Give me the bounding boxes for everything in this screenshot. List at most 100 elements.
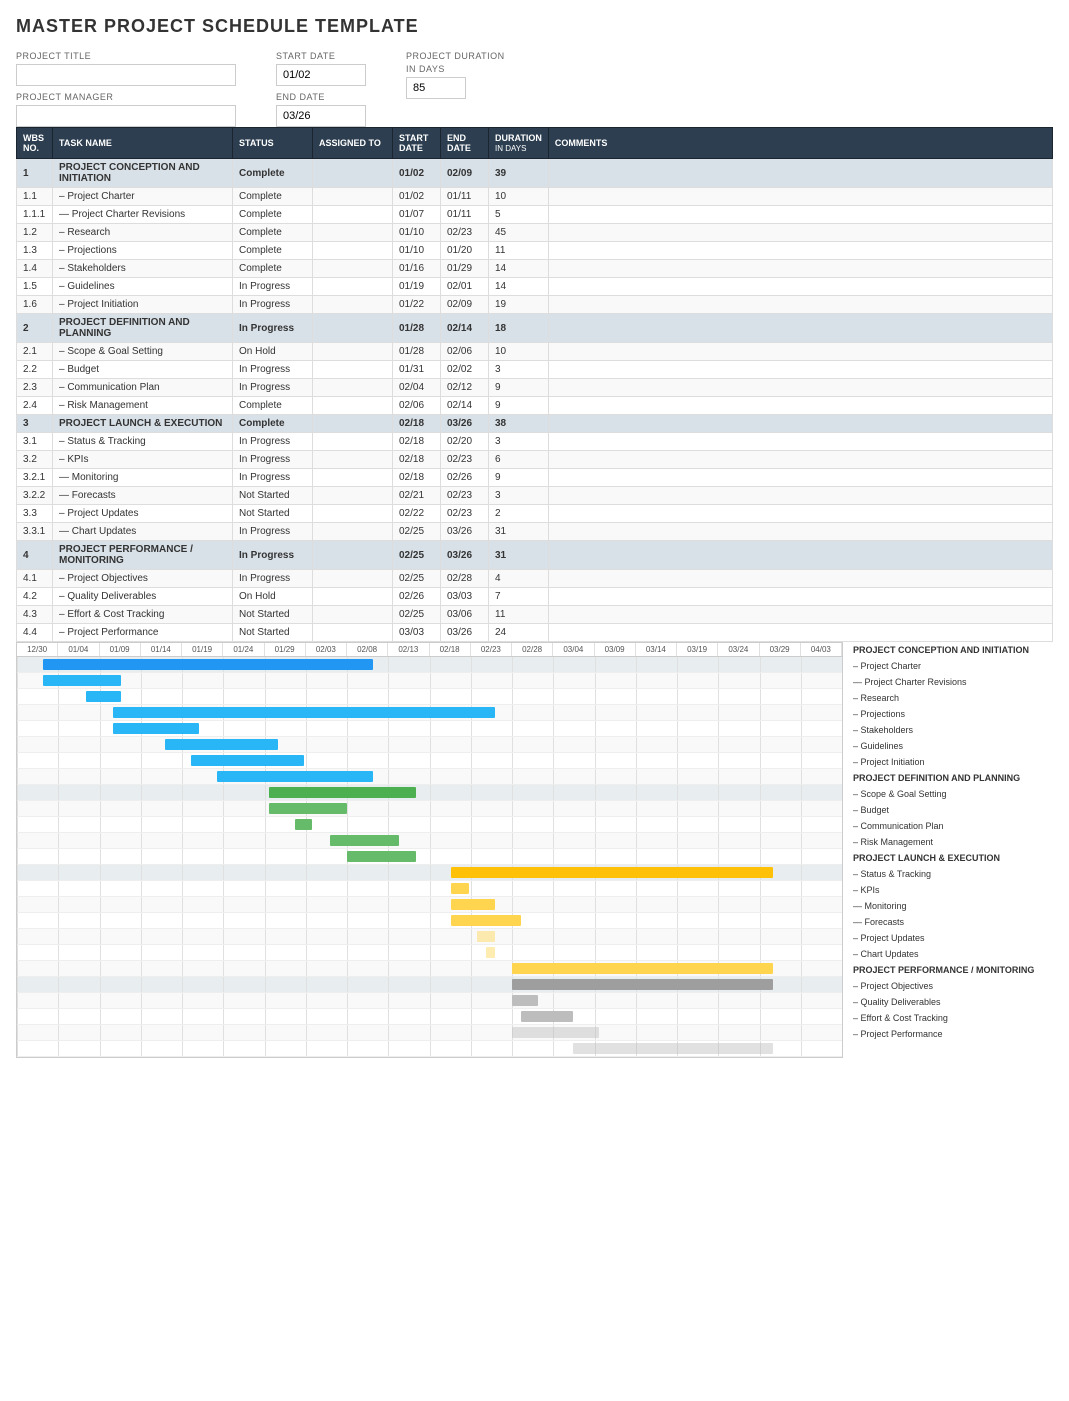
gantt-header-cell: 12/30 <box>17 643 58 656</box>
gantt-row <box>17 897 842 913</box>
gantt-legend-item: – Stakeholders <box>853 722 1053 738</box>
gantt-row <box>17 801 842 817</box>
gantt-row <box>17 689 842 705</box>
cell-task: — Forecasts <box>53 487 233 505</box>
cell-status: Complete <box>233 206 313 224</box>
cell-start: 01/22 <box>393 296 441 314</box>
gantt-header-cell: 01/19 <box>182 643 223 656</box>
gantt-bar <box>512 1027 599 1038</box>
th-end: END DATE <box>441 128 489 159</box>
cell-wbs: 2.1 <box>17 343 53 361</box>
gantt-legend-item: – Project Updates <box>853 930 1053 946</box>
gantt-bar <box>521 1011 573 1022</box>
cell-wbs: 2.4 <box>17 397 53 415</box>
project-title-label: PROJECT TITLE <box>16 51 236 61</box>
cell-comments <box>548 379 1052 397</box>
cell-end: 02/14 <box>441 314 489 343</box>
gantt-bar <box>217 771 373 782</box>
cell-start: 02/26 <box>393 588 441 606</box>
cell-comments <box>548 188 1052 206</box>
cell-duration: 3 <box>489 361 549 379</box>
gantt-row <box>17 737 842 753</box>
cell-start: 01/28 <box>393 343 441 361</box>
cell-end: 01/29 <box>441 260 489 278</box>
gantt-header-cell: 02/03 <box>306 643 347 656</box>
cell-end: 02/28 <box>441 570 489 588</box>
gantt-legend-item: – Project Charter <box>853 658 1053 674</box>
cell-wbs: 1.4 <box>17 260 53 278</box>
cell-task: – Budget <box>53 361 233 379</box>
cell-wbs: 1 <box>17 159 53 188</box>
gantt-bar <box>451 915 520 926</box>
cell-assigned <box>313 451 393 469</box>
cell-start: 01/10 <box>393 224 441 242</box>
gantt-bar <box>477 931 494 942</box>
cell-comments <box>548 296 1052 314</box>
cell-assigned <box>313 242 393 260</box>
cell-end: 02/02 <box>441 361 489 379</box>
cell-end: 02/23 <box>441 505 489 523</box>
start-date-input[interactable] <box>276 64 366 86</box>
page-title: MASTER PROJECT SCHEDULE TEMPLATE <box>16 16 1053 37</box>
gantt-bar <box>165 739 278 750</box>
end-date-input[interactable] <box>276 105 366 127</box>
gantt-chart: 12/3001/0401/0901/1401/1901/2401/2902/03… <box>16 642 843 1058</box>
gantt-header-cell: 03/19 <box>677 643 718 656</box>
gantt-row <box>17 705 842 721</box>
gantt-bar <box>113 723 200 734</box>
cell-wbs: 3.2.1 <box>17 469 53 487</box>
cell-duration: 24 <box>489 624 549 642</box>
cell-status: In Progress <box>233 433 313 451</box>
cell-end: 03/06 <box>441 606 489 624</box>
gantt-legend-item: – Projections <box>853 706 1053 722</box>
cell-status: Complete <box>233 224 313 242</box>
gantt-bar <box>512 979 773 990</box>
cell-comments <box>548 343 1052 361</box>
duration-input[interactable] <box>406 77 466 99</box>
cell-duration: 10 <box>489 343 549 361</box>
cell-assigned <box>313 206 393 224</box>
cell-status: In Progress <box>233 451 313 469</box>
cell-duration: 9 <box>489 469 549 487</box>
cell-start: 02/25 <box>393 570 441 588</box>
cell-duration: 2 <box>489 505 549 523</box>
gantt-legend-item: PROJECT CONCEPTION AND INITIATION <box>853 642 1053 658</box>
cell-duration: 7 <box>489 588 549 606</box>
cell-comments <box>548 541 1052 570</box>
cell-duration: 45 <box>489 224 549 242</box>
cell-duration: 3 <box>489 487 549 505</box>
project-manager-input[interactable] <box>16 105 236 127</box>
cell-duration: 5 <box>489 206 549 224</box>
cell-wbs: 4.3 <box>17 606 53 624</box>
cell-wbs: 2.2 <box>17 361 53 379</box>
cell-task: – Project Initiation <box>53 296 233 314</box>
cell-wbs: 1.3 <box>17 242 53 260</box>
cell-start: 02/22 <box>393 505 441 523</box>
gantt-header-cell: 04/03 <box>801 643 842 656</box>
gantt-bar <box>512 995 538 1006</box>
cell-status: In Progress <box>233 296 313 314</box>
gantt-legend: PROJECT CONCEPTION AND INITIATION– Proje… <box>843 642 1053 1058</box>
cell-end: 02/14 <box>441 397 489 415</box>
cell-comments <box>548 397 1052 415</box>
cell-comments <box>548 624 1052 642</box>
cell-status: Complete <box>233 415 313 433</box>
cell-end: 02/09 <box>441 296 489 314</box>
gantt-bar <box>486 947 495 958</box>
cell-task: – Status & Tracking <box>53 433 233 451</box>
cell-comments <box>548 451 1052 469</box>
gantt-row <box>17 721 842 737</box>
cell-task: – Stakeholders <box>53 260 233 278</box>
cell-comments <box>548 588 1052 606</box>
cell-start: 02/25 <box>393 606 441 624</box>
project-title-input[interactable] <box>16 64 236 86</box>
cell-duration: 18 <box>489 314 549 343</box>
cell-assigned <box>313 469 393 487</box>
cell-start: 02/06 <box>393 397 441 415</box>
gantt-row <box>17 849 842 865</box>
gantt-legend-item: — Forecasts <box>853 914 1053 930</box>
cell-duration: 9 <box>489 397 549 415</box>
cell-wbs: 1.2 <box>17 224 53 242</box>
cell-task: PROJECT CONCEPTION AND INITIATION <box>53 159 233 188</box>
gantt-row <box>17 753 842 769</box>
